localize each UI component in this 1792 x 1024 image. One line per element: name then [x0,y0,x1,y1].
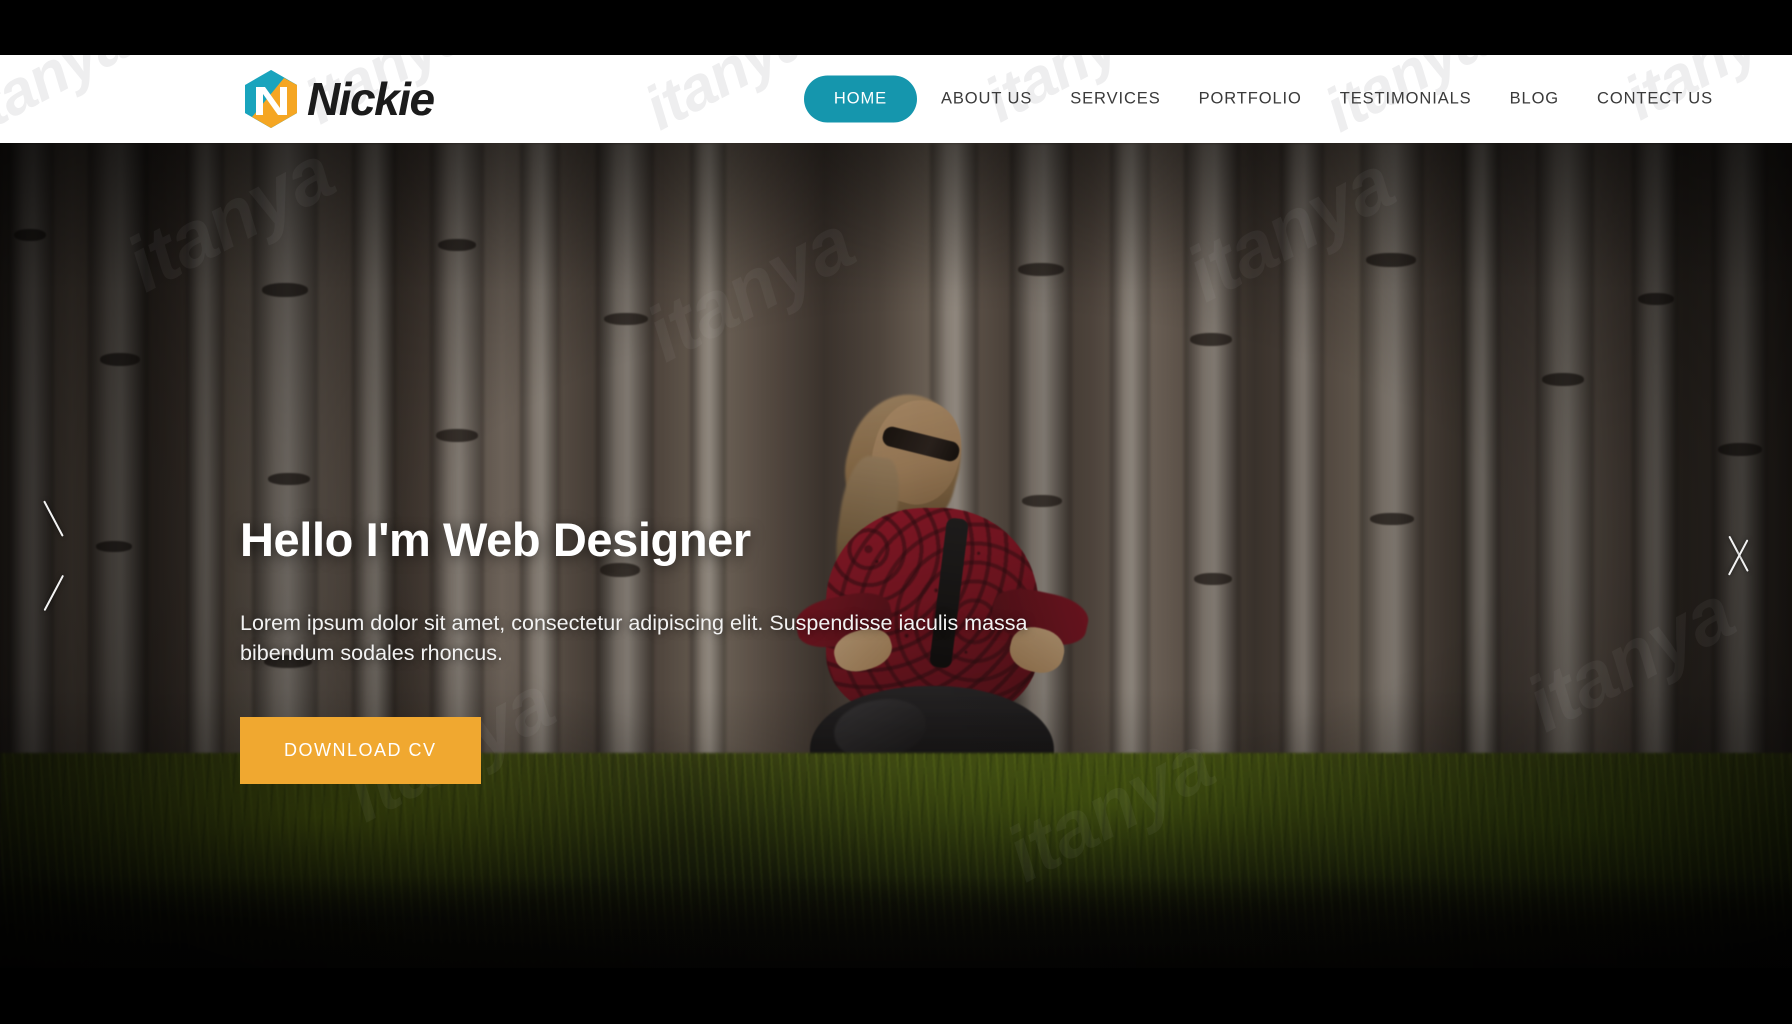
nav-item-home[interactable]: HOME [803,75,917,123]
chevron-right-icon [1727,515,1757,597]
brand-logo[interactable]: Nickie [240,68,435,130]
hero-subtitle: Lorem ipsum dolor sit amet, consectetur … [240,610,1028,666]
nickie-hexagon-n-logo-icon [240,68,302,130]
nav-item-testimonials[interactable]: TESTIMONIALS [1321,90,1491,109]
hero-content: Hello I'm Web Designer Lorem ipsum dolor… [240,513,1240,784]
nav-item-blog[interactable]: BLOG [1491,90,1578,109]
top-letterbox-bar [0,0,1792,55]
nav-item-contect-us[interactable]: CONTECT US [1578,90,1732,109]
brand-name: Nickie [307,73,435,125]
nav-item-services[interactable]: SERVICES [1051,90,1179,109]
slider-next-button[interactable] [1714,506,1770,606]
chevron-left-icon [35,499,65,612]
nav-item-portfolio[interactable]: PORTFOLIO [1180,90,1321,109]
main-navigation: HOME ABOUT US SERVICES PORTFOLIO TESTIMO… [803,75,1732,123]
slider-prev-button[interactable] [22,499,78,612]
download-cv-button[interactable]: DOWNLOAD CV [240,716,481,784]
nav-item-about-us[interactable]: ABOUT US [922,90,1051,109]
hero-slider: itanya itanya itanya itanya itanya itany… [0,143,1792,968]
site-header: itanya itanya itanya itanya itanya itany… [0,55,1792,143]
bottom-letterbox-bar [0,968,1792,1024]
hero-title: Hello I'm Web Designer [240,513,751,566]
